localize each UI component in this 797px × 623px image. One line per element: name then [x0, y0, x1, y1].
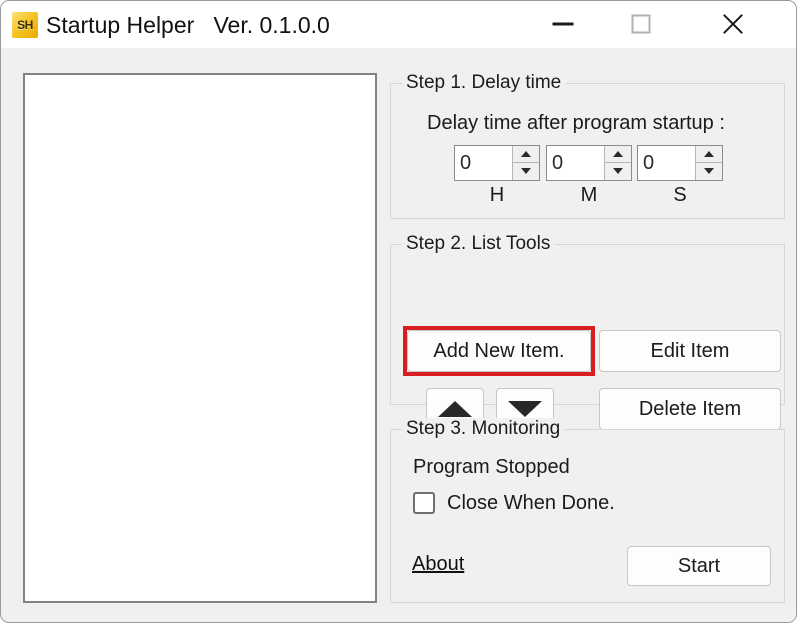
delay-hours-unit-label: H [489, 184, 505, 206]
group-step3-legend: Step 3. Monitoring [402, 418, 566, 440]
group-step1-legend: Step 1. Delay time [402, 72, 567, 94]
delay-seconds-spinner[interactable]: 0 [637, 145, 723, 181]
delay-seconds-increment[interactable] [696, 146, 722, 163]
chevron-down-icon [613, 168, 623, 174]
delay-hours-decrement[interactable] [513, 163, 539, 180]
startup-items-list[interactable] [23, 73, 377, 603]
delete-item-button[interactable]: Delete Item [599, 388, 781, 430]
delay-minutes-stepper[interactable] [604, 146, 631, 180]
delay-seconds-value: 0 [643, 152, 655, 174]
group-step2-legend: Step 2. List Tools [402, 233, 556, 255]
window-title: Startup Helper Ver. 0.1.0.0 [46, 12, 330, 38]
minimize-icon [552, 22, 574, 26]
maximize-button[interactable] [609, 1, 673, 47]
triangle-up-icon [438, 401, 472, 417]
delay-hours-stepper[interactable] [512, 146, 539, 180]
chevron-up-icon [521, 151, 531, 157]
delay-hours-value: 0 [460, 152, 472, 174]
edit-item-button[interactable]: Edit Item [599, 330, 781, 372]
delay-hours-spinner[interactable]: 0 [454, 145, 540, 181]
close-when-done-checkbox[interactable] [413, 492, 435, 514]
close-icon [720, 11, 746, 37]
delay-minutes-value: 0 [552, 152, 564, 174]
delay-hours-increment[interactable] [513, 146, 539, 163]
close-when-done-label: Close When Done. [447, 491, 615, 514]
group-step1-delay-time: Step 1. Delay time Delay time after prog… [390, 72, 785, 219]
minimize-button[interactable] [531, 1, 595, 47]
chevron-down-icon [704, 168, 714, 174]
start-button[interactable]: Start [627, 546, 771, 586]
maximize-icon [631, 14, 651, 34]
close-button[interactable] [701, 1, 765, 47]
delay-time-description: Delay time after program startup : [427, 112, 725, 134]
delay-minutes-spinner[interactable]: 0 [546, 145, 632, 181]
title-bar: SH Startup Helper Ver. 0.1.0.0 [1, 1, 796, 48]
add-new-item-button[interactable]: Add New Item. [407, 330, 591, 372]
monitoring-status-text: Program Stopped [413, 456, 570, 478]
delay-minutes-increment[interactable] [605, 146, 631, 163]
app-icon-sh: SH [12, 12, 38, 38]
delay-minutes-decrement[interactable] [605, 163, 631, 180]
delay-seconds-unit-label: S [673, 184, 687, 206]
chevron-up-icon [704, 151, 714, 157]
delay-seconds-decrement[interactable] [696, 163, 722, 180]
app-window: SH Startup Helper Ver. 0.1.0.0 Step 1. D… [0, 0, 797, 623]
about-link[interactable]: About [412, 553, 464, 576]
chevron-down-icon [521, 168, 531, 174]
delay-seconds-stepper[interactable] [695, 146, 722, 180]
close-when-done-row[interactable]: Close When Done. [413, 490, 615, 516]
app-icon-label: SH [17, 18, 33, 32]
group-step2-list-tools: Step 2. List Tools Add New Item. Edit It… [390, 233, 785, 430]
client-area: Step 1. Delay time Delay time after prog… [1, 48, 796, 622]
group-step3-monitoring: Step 3. Monitoring Program Stopped Close… [390, 418, 785, 603]
delay-minutes-unit-label: M [580, 184, 598, 206]
triangle-down-icon [508, 401, 542, 417]
chevron-up-icon [613, 151, 623, 157]
